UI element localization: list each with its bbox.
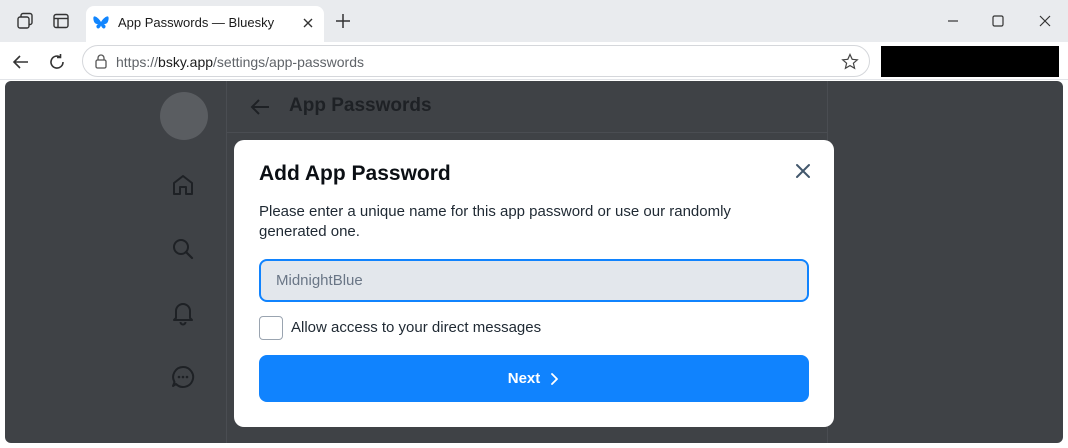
close-icon[interactable] [791,159,815,183]
favorite-star-icon[interactable] [840,52,860,77]
search-icon[interactable] [170,236,196,262]
next-button-label: Next [507,370,541,387]
tab-actions-icon[interactable] [50,10,72,32]
page-back-arrow-icon[interactable] [248,95,272,124]
notifications-bell-icon[interactable] [170,300,196,326]
close-window-icon[interactable] [1035,11,1055,31]
refresh-icon[interactable] [46,51,68,73]
redacted-toolbar-area [881,46,1059,77]
url-host: bsky.app [158,54,214,70]
add-app-password-dialog: Add App Password Please enter a unique n… [234,140,834,427]
new-tab-icon[interactable] [333,11,353,36]
browser-tab[interactable]: App Passwords — Bluesky [86,6,324,42]
dialog-title: Add App Password [259,162,451,185]
next-button[interactable]: Next [259,355,809,402]
url-prefix: https:// [116,54,159,70]
column-divider [226,81,227,443]
dialog-description: Please enter a unique name for this app … [259,203,731,240]
back-arrow-icon[interactable] [10,51,32,73]
chat-bubble-icon[interactable] [170,364,196,390]
url-path: /settings/app-passwords [213,54,364,70]
minimize-icon[interactable] [943,11,963,31]
url-text: https://bsky.app/settings/app-passwords [116,54,364,70]
address-bar[interactable]: https://bsky.app/settings/app-passwords [82,45,870,77]
dm-access-label[interactable]: Allow access to your direct messages [291,319,541,336]
dm-access-checkbox[interactable] [259,316,283,340]
avatar[interactable] [160,92,208,140]
lock-icon[interactable] [93,53,109,76]
chevron-right-icon [550,372,560,386]
tab-title: App Passwords — Bluesky [118,15,275,30]
home-icon[interactable] [170,172,196,198]
page-title: App Passwords [289,95,432,116]
bluesky-butterfly-icon [92,14,110,37]
maximize-icon[interactable] [988,11,1008,31]
browser-toolbar: https://bsky.app/settings/app-passwords [0,42,1068,80]
app-password-name-input[interactable] [259,259,809,302]
browser-titlebar: App Passwords — Bluesky [0,0,1068,42]
workspaces-icon[interactable] [14,10,36,32]
header-divider [226,132,827,133]
tab-close-icon[interactable] [300,15,316,36]
